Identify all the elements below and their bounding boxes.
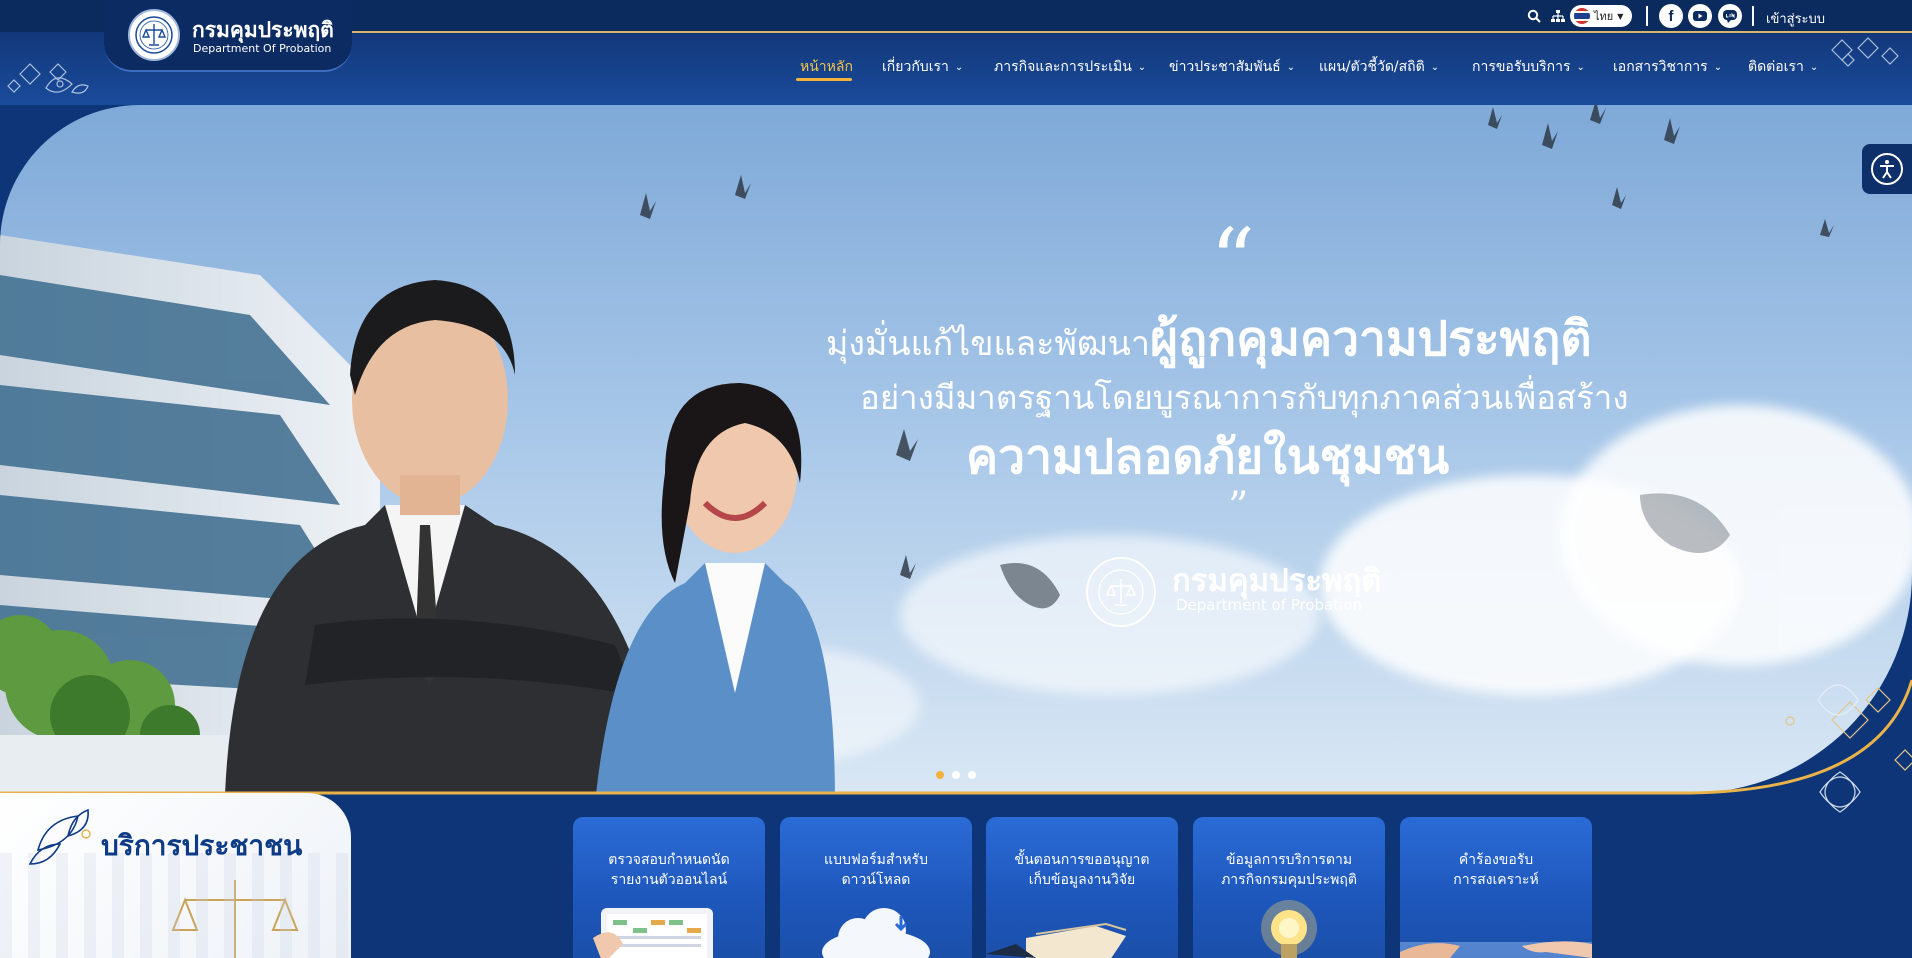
divider (1646, 6, 1648, 26)
accessibility-icon (1871, 153, 1903, 185)
header-gold-line (330, 31, 1912, 33)
chevron-down-icon: ⌄ (954, 61, 964, 73)
chevron-down-icon: ⌄ (1576, 61, 1585, 73)
nav-mission[interactable]: ภารกิจและการประเมิน ⌄ (994, 56, 1146, 78)
cloud-download-icon (822, 908, 930, 958)
active-nav-indicator (796, 78, 852, 81)
nav-label: การขอรับบริการ (1472, 59, 1571, 75)
service-card-appointment[interactable]: ตรวจสอบกำหนดนัด รายงานตัวออนไลน์ (573, 817, 765, 958)
service-card-label: ขั้นตอนการขออนุญาต เก็บข้อมูลงานวิจัย (1014, 852, 1150, 888)
search-button[interactable] (1523, 4, 1545, 28)
language-selector[interactable]: ไทย ▼ (1570, 5, 1632, 27)
nav-home[interactable]: หน้าหลัก (800, 56, 853, 78)
logo-title-en[interactable]: Department Of Probation (193, 42, 331, 55)
helping-hands-icon (1400, 941, 1592, 958)
service-card-forms-download[interactable]: แบบฟอร์มสำหรับ ดาวน์โหลด (780, 817, 972, 958)
language-label: ไทย (1594, 10, 1614, 23)
flying-birds-icon (640, 105, 1834, 609)
nav-documents[interactable]: เอกสารวิชาการ ⌄ (1613, 56, 1722, 78)
service-card-research-permit[interactable]: ขั้นตอนการขออนุญาต เก็บข้อมูลงานวิจัย (986, 817, 1178, 958)
flower-decoration-left-icon (7, 63, 89, 94)
service-card-label: ข้อมูลการบริการตาม ภารกิจกรมคุมประพฤติ (1221, 852, 1357, 888)
hero-banner[interactable]: “ มุ่งมั่นแก้ไขและพัฒนาผู้ถูกคุมความประพ… (0, 105, 1912, 793)
nav-plans[interactable]: แผน/ตัวชี้วัด/สถิติ ⌄ (1319, 56, 1439, 78)
chevron-down-icon: ⌄ (1713, 61, 1723, 73)
tablet-calendar-icon (593, 908, 713, 958)
youtube-icon[interactable] (1688, 4, 1712, 28)
nav-label: ติดต่อเรา (1748, 59, 1804, 75)
hero-org-name-en: Department of Probation (1176, 596, 1363, 614)
login-link[interactable]: เข้าสู่ระบบ (1766, 8, 1825, 29)
thai-flag-icon (1574, 8, 1590, 24)
nav-about[interactable]: เกี่ยวกับเรา ⌄ (882, 56, 963, 78)
flower-decoration-right-icon (1831, 37, 1899, 67)
nav-label: เอกสารวิชาการ (1613, 59, 1708, 75)
nav-news[interactable]: ข่าวประชาสัมพันธ์ ⌄ (1169, 56, 1295, 78)
nav-label: ภารกิจและการประเมิน (994, 59, 1132, 75)
chevron-down-icon: ⌄ (1430, 61, 1440, 73)
hero-headline-line1: มุ่งมั่นแก้ไขและพัฒนาผู้ถูกคุมความประพฤต… (826, 301, 1592, 377)
hero-headline-light: มุ่งมั่นแก้ไขและพัฒนา (826, 324, 1150, 364)
nav-label: ข่าวประชาสัมพันธ์ (1169, 59, 1281, 75)
nav-label: แผน/ตัวชี้วัด/สถิติ (1319, 59, 1425, 75)
facebook-icon[interactable]: f (1659, 4, 1683, 28)
document-folder-icon (986, 922, 1127, 958)
services-heading: บริการประชาชน (101, 829, 303, 862)
sitemap-button[interactable] (1547, 4, 1569, 28)
service-card-label: แบบฟอร์มสำหรับ ดาวน์โหลด (824, 852, 928, 888)
quote-close-icon: ” (1228, 484, 1249, 530)
divider (1752, 6, 1754, 26)
service-card-label: คำร้องขอรับ การสงเคราะห์ (1453, 852, 1539, 888)
sitemap-icon[interactable] (1547, 5, 1569, 27)
nav-services[interactable]: การขอรับบริการ ⌄ (1472, 56, 1585, 78)
hero-headline-bold: ผู้ถูกคุมความประพฤติ (1149, 311, 1592, 367)
chevron-down-icon: ▼ (1617, 11, 1624, 21)
search-icon[interactable] (1523, 5, 1545, 27)
service-card-mission-info[interactable]: ข้อมูลการบริการตาม ภารกิจกรมคุมประพฤติ (1193, 817, 1385, 958)
accessibility-button[interactable] (1862, 144, 1912, 194)
service-card-welfare-request[interactable]: คำร้องขอรับ การสงเคราะห์ (1400, 817, 1592, 958)
line-icon[interactable] (1718, 4, 1742, 28)
chevron-down-icon: ⌄ (1286, 61, 1296, 73)
hero-headline-line3: ความปลอดภัยในชุมชน (966, 429, 1450, 485)
nav-label: เกี่ยวกับเรา (882, 59, 949, 75)
slider-dot-2[interactable] (952, 771, 960, 779)
hero-headline-line2: อย่างมีมาตรฐานโดยบูรณาการกับทุกภาคส่วนเพ… (860, 378, 1629, 417)
hero-department-seal-icon (1086, 557, 1156, 627)
chevron-down-icon: ⌄ (1137, 61, 1147, 73)
nav-contact[interactable]: ติดต่อเรา ⌄ (1748, 56, 1818, 78)
quote-open-icon: “ (1210, 209, 1255, 312)
department-seal-logo-icon[interactable] (128, 9, 180, 61)
light-bulb-icon (1261, 900, 1317, 958)
nav-label: หน้าหลัก (800, 59, 853, 75)
chevron-down-icon: ⌄ (1809, 61, 1819, 73)
slider-pagination (936, 771, 976, 779)
panel-background-pattern (0, 853, 351, 958)
leaf-logo-icon (28, 808, 91, 865)
slider-dot-3[interactable] (968, 771, 976, 779)
slider-dot-1[interactable] (936, 771, 944, 779)
service-card-label: ตรวจสอบกำหนดนัด รายงานตัวออนไลน์ (608, 852, 730, 888)
